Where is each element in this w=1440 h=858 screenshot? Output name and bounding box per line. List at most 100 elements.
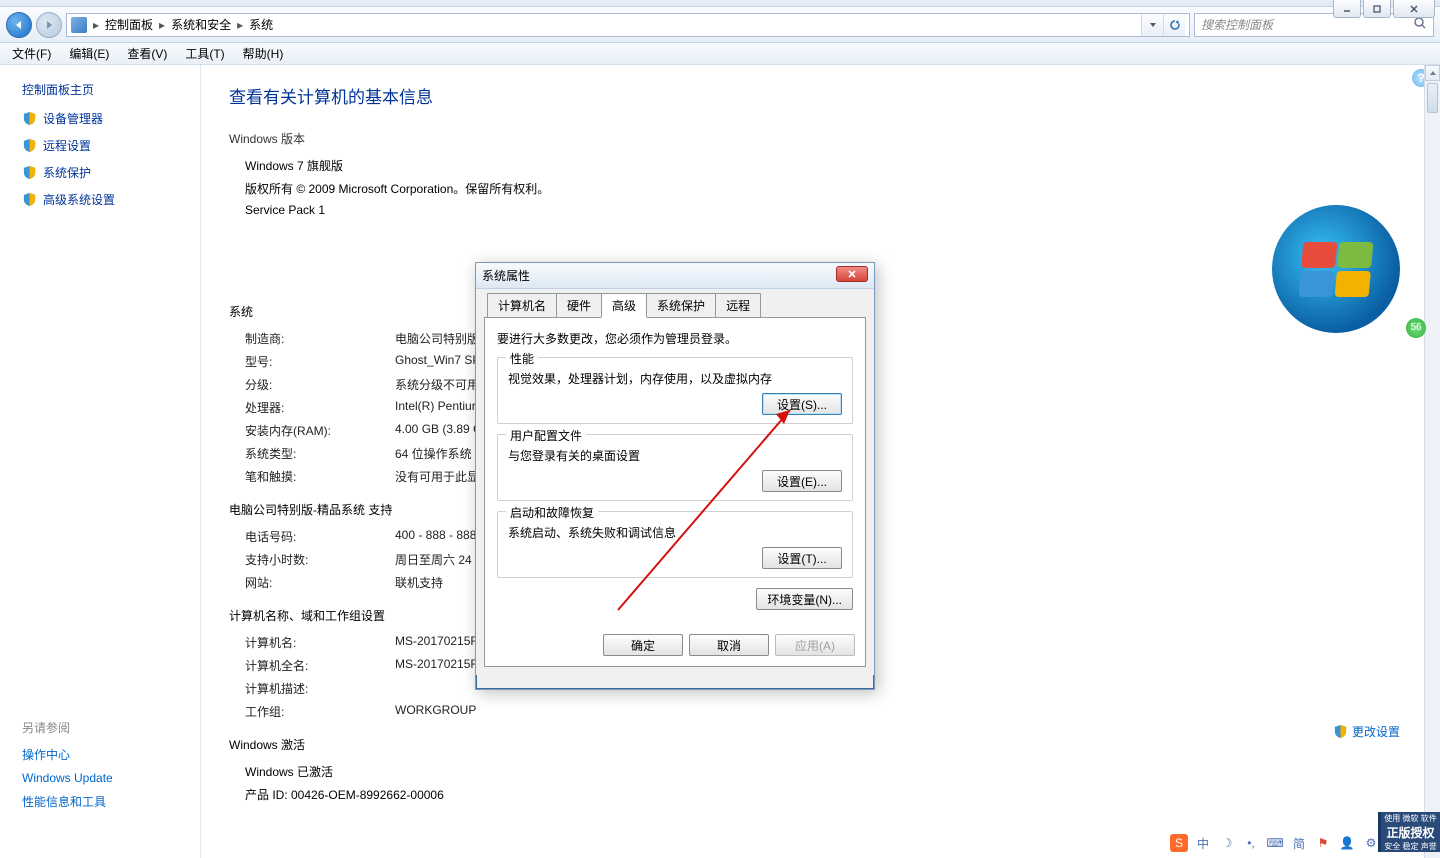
ram-label: 安装内存(RAM): [245,422,395,439]
breadcrumb-item[interactable]: 系统 [249,16,273,33]
model-value: Ghost_Win7 SP [395,353,480,370]
cancel-button[interactable]: 取消 [689,634,769,656]
ime-style[interactable]: 简 [1290,834,1308,852]
menu-tools[interactable]: 工具(T) [177,43,232,64]
chevron-down-icon[interactable] [1141,14,1163,36]
ok-button[interactable]: 确定 [603,634,683,656]
manufacturer-label: 制造商: [245,330,395,347]
dialog-close-button[interactable] [836,266,868,282]
scroll-up-icon[interactable] [1425,65,1440,81]
badge-line1: 使用 微软 软件 [1384,813,1436,824]
control-panel-icon [71,17,87,33]
tab-hardware[interactable]: 硬件 [556,293,602,318]
see-also-heading: 另请参阅 [22,719,113,736]
see-also-action-center[interactable]: 操作中心 [22,746,113,763]
systype-value: 64 位操作系统 [395,445,472,462]
badge-line3: 安全 稳定 声誉 [1384,841,1436,852]
fname-value: MS-20170215F [395,657,478,674]
ime-pin-icon[interactable]: ⚑ [1314,834,1332,852]
systype-label: 系统类型: [245,445,395,462]
see-also-windows-update[interactable]: Windows Update [22,771,113,785]
ime-punct-icon[interactable]: •, [1242,834,1260,852]
manufacturer-value: 电脑公司特别版 [395,330,479,347]
badge-line2: 正版授权 [1386,824,1434,841]
ime-moon-icon[interactable]: ☽ [1218,834,1236,852]
startup-settings-button[interactable]: 设置(T)... [762,547,842,569]
nav-back-button[interactable] [6,12,32,38]
rating-value[interactable]: 系统分级不可用 [395,376,479,393]
site-value[interactable]: 联机支持 [395,574,443,591]
profile-settings-button[interactable]: 设置(E)... [762,470,842,492]
sidebar-item-label: 高级系统设置 [43,191,115,208]
minimize-button[interactable] [1333,0,1361,18]
cname-value: MS-20170215F [395,634,478,651]
menu-view[interactable]: 查看(V) [119,43,175,64]
nav-forward-button[interactable] [36,12,62,38]
change-settings-link[interactable]: 更改设置 [1333,723,1400,740]
edition-name: Windows 7 旗舰版 [229,157,1412,174]
processor-label: 处理器: [245,399,395,416]
chevron-right-icon: ▸ [157,18,167,32]
sidebar-item-remote[interactable]: 远程设置 [22,137,200,154]
ime-icon[interactable]: S [1170,834,1188,852]
breadcrumb-item[interactable]: 控制面板 [105,16,153,33]
profile-desc: 与您登录有关的桌面设置 [508,447,842,464]
shield-icon [1333,724,1348,739]
hours-value: 周日至周六 24 [395,551,472,568]
sidebar-item-label: 远程设置 [43,137,91,154]
breadcrumb-item[interactable]: 系统和安全 [171,16,231,33]
refresh-icon[interactable] [1163,14,1185,36]
performance-settings-button[interactable]: 设置(S)... [762,393,842,415]
tab-remote[interactable]: 远程 [715,293,761,318]
shield-icon [22,138,37,153]
sidebar-item-advanced[interactable]: 高级系统设置 [22,191,200,208]
site-label: 网站: [245,574,395,591]
see-also-perf-info[interactable]: 性能信息和工具 [22,793,113,810]
system-properties-dialog: 系统属性 计算机名 硬件 高级 系统保护 远程 要进行大多数更改，您必须作为管理… [475,262,875,690]
change-settings-label: 更改设置 [1352,723,1400,740]
chevron-right-icon: ▸ [91,18,101,32]
service-pack: Service Pack 1 [229,203,1412,217]
sidebar-item-device-manager[interactable]: 设备管理器 [22,110,200,127]
maximize-button[interactable] [1363,0,1391,18]
scroll-thumb[interactable] [1427,83,1438,113]
profile-group: 用户配置文件 与您登录有关的桌面设置 设置(E)... [497,434,853,501]
ime-lang[interactable]: 中 [1194,834,1212,852]
product-id: 产品 ID: 00426-OEM-8992662-00006 [229,786,1412,803]
startup-desc: 系统启动、系统失败和调试信息 [508,524,842,541]
ime-keyboard-icon[interactable]: ⌨ [1266,834,1284,852]
performance-desc: 视觉效果，处理器计划，内存使用，以及虚拟内存 [508,370,842,387]
tab-advanced-panel: 要进行大多数更改，您必须作为管理员登录。 性能 视觉效果，处理器计划，内存使用，… [484,317,866,667]
tab-advanced[interactable]: 高级 [601,293,647,318]
vertical-scrollbar[interactable] [1424,65,1440,858]
tab-protection[interactable]: 系统保护 [646,293,716,318]
processor-value: Intel(R) Pentiur [395,399,476,416]
admin-note: 要进行大多数更改，您必须作为管理员登录。 [497,330,853,347]
apply-button[interactable]: 应用(A) [775,634,855,656]
startup-group: 启动和故障恢复 系统启动、系统失败和调试信息 设置(T)... [497,511,853,578]
hours-label: 支持小时数: [245,551,395,568]
fname-label: 计算机全名: [245,657,395,674]
close-button[interactable] [1393,0,1435,18]
sidebar-item-label: 设备管理器 [43,110,103,127]
sidebar-title[interactable]: 控制面板主页 [22,81,200,98]
genuine-badge[interactable]: 使用 微软 软件 正版授权 安全 稳定 声誉 [1378,812,1440,852]
phone-value: 400 - 888 - 888 [395,528,476,545]
menu-edit[interactable]: 编辑(E) [61,43,117,64]
tab-computer-name[interactable]: 计算机名 [487,293,557,318]
ime-person-icon[interactable]: 👤 [1338,834,1356,852]
pen-value: 没有可用于此显 [395,468,479,485]
menu-help[interactable]: 帮助(H) [235,43,292,64]
sidebar-item-protection[interactable]: 系统保护 [22,164,200,181]
dialog-titlebar[interactable]: 系统属性 [476,263,874,289]
address-bar[interactable]: ▸ 控制面板 ▸ 系统和安全 ▸ 系统 [66,13,1190,37]
env-var-button[interactable]: 环境变量(N)... [756,588,853,610]
performance-group: 性能 视觉效果，处理器计划，内存使用，以及虚拟内存 设置(S)... [497,357,853,424]
search-placeholder: 搜索控制面板 [1201,16,1273,33]
rating-label: 分级: [245,376,395,393]
shield-icon [22,192,37,207]
dialog-tabs: 计算机名 硬件 高级 系统保护 远程 [487,293,866,318]
menu-file[interactable]: 文件(F) [4,43,59,64]
dialog-title: 系统属性 [482,267,530,284]
unlock-badge[interactable]: 56 [1406,318,1426,338]
